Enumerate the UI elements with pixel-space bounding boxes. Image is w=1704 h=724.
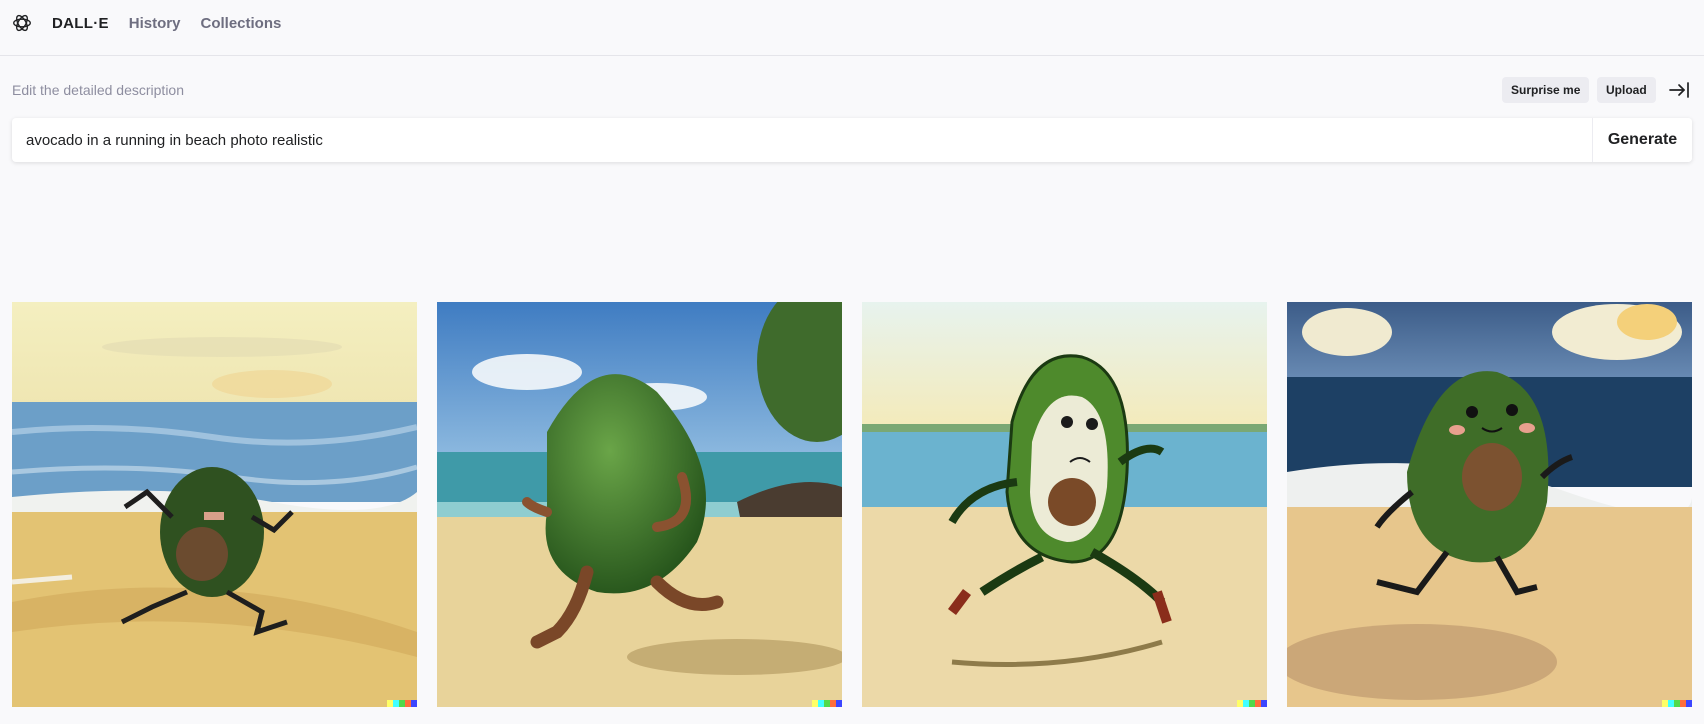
nav-history[interactable]: History <box>129 15 181 32</box>
edit-description-label: Edit the detailed description <box>12 82 184 98</box>
dalle-signature-mark <box>1662 700 1692 707</box>
nav-dalle[interactable]: DALL·E <box>52 15 109 32</box>
nav-collections[interactable]: Collections <box>200 15 281 32</box>
generated-image-2[interactable] <box>437 302 842 707</box>
surprise-me-button[interactable]: Surprise me <box>1502 77 1590 103</box>
generated-image-4[interactable] <box>1287 302 1692 707</box>
openai-logo-icon[interactable] <box>11 12 33 34</box>
generated-image-3[interactable] <box>862 302 1267 707</box>
upload-button[interactable]: Upload <box>1597 77 1656 103</box>
image-gallery <box>12 302 1692 707</box>
sig-swatch <box>411 700 417 707</box>
dalle-signature-mark <box>812 700 842 707</box>
avocado-photo-image <box>437 302 842 707</box>
collapse-panel-icon[interactable] <box>1668 80 1690 100</box>
generate-button[interactable]: Generate <box>1592 118 1692 162</box>
sig-swatch <box>1686 700 1692 707</box>
prompt-box: Generate <box>12 118 1692 162</box>
avocado-cute-image <box>1287 302 1692 707</box>
sig-swatch <box>1261 700 1267 707</box>
main-nav: DALL·E History Collections <box>52 15 281 32</box>
dalle-signature-mark <box>1237 700 1267 707</box>
avocado-painting-image <box>12 302 417 707</box>
dalle-signature-mark <box>387 700 417 707</box>
avocado-cartoon-image <box>862 302 1267 707</box>
top-bar: DALL·E History Collections <box>0 0 1704 56</box>
generated-image-1[interactable] <box>12 302 417 707</box>
prompt-input[interactable] <box>12 118 1592 162</box>
sig-swatch <box>836 700 842 707</box>
